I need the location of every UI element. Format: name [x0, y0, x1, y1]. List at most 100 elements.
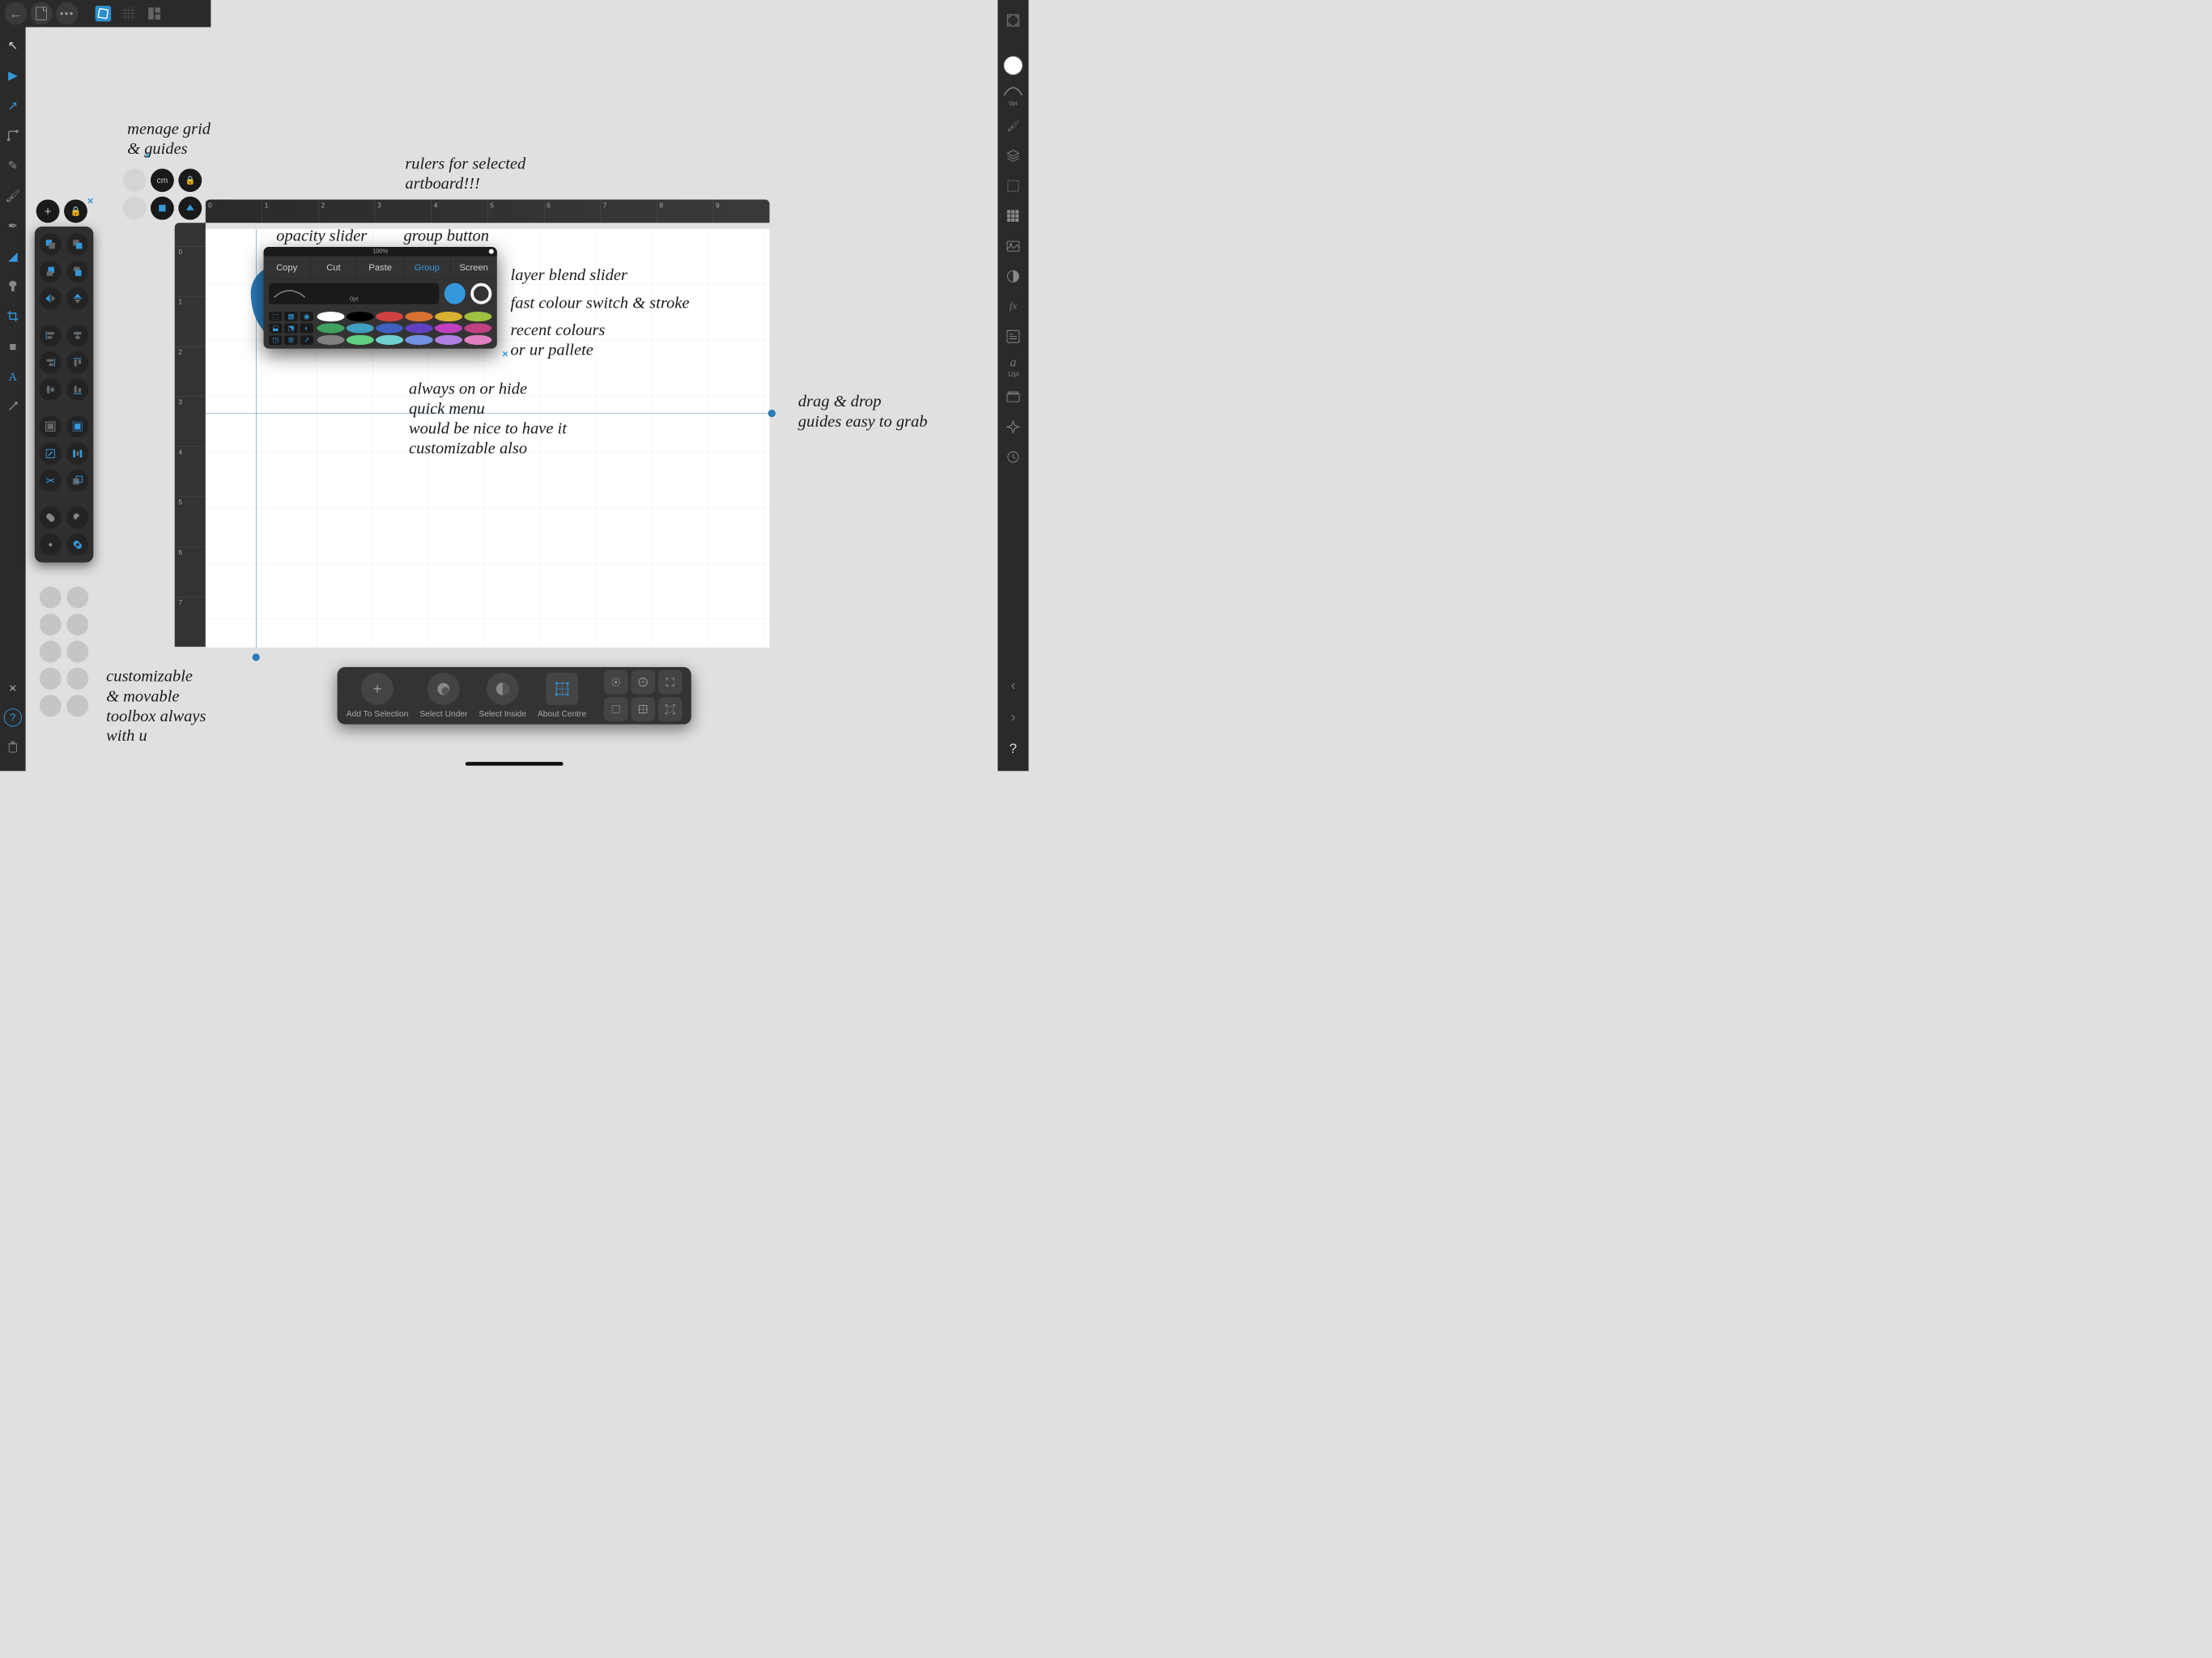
pen-tool[interactable]: ✒	[4, 217, 22, 235]
transparency-tool[interactable]	[4, 277, 22, 295]
origin-mr[interactable]	[658, 697, 683, 721]
ruler-vertical[interactable]: 0 1 2 3 4 5 6 7	[175, 223, 206, 647]
snap-button[interactable]: ?	[4, 708, 22, 726]
vector-brush-tool[interactable]: 🖌	[4, 187, 22, 205]
qt-8[interactable]: ⊞	[284, 335, 297, 345]
cut-button[interactable]: Cut	[310, 257, 357, 278]
palette-swatch[interactable]	[347, 335, 374, 345]
grid-btn[interactable]	[117, 2, 140, 25]
crop-tool[interactable]	[4, 307, 22, 325]
more-button[interactable]: •••	[56, 2, 79, 25]
tbx-align-right[interactable]	[40, 351, 62, 373]
next-icon[interactable]: ›	[1002, 705, 1024, 728]
tbx-flip-h[interactable]	[40, 287, 62, 309]
palette-swatch[interactable]	[376, 335, 403, 345]
pencil-tool[interactable]: ✎	[4, 156, 22, 174]
swatches-icon[interactable]	[1002, 205, 1024, 227]
palette-swatch[interactable]	[406, 335, 433, 345]
stroke-color-swatch[interactable]	[470, 283, 491, 304]
empty-slot[interactable]	[40, 668, 62, 690]
guide-handle[interactable]	[253, 653, 260, 661]
qt-9[interactable]: ↗	[300, 335, 313, 345]
toolbox-lock-button[interactable]: 🔒	[64, 199, 87, 223]
help-icon[interactable]: ?	[1002, 737, 1024, 759]
opacity-slider[interactable]: 100%	[264, 247, 497, 256]
library-icon[interactable]	[1002, 385, 1024, 408]
empty-slot[interactable]	[66, 695, 88, 716]
artboards-btn[interactable]	[143, 2, 166, 25]
tbx-distribute[interactable]	[66, 443, 88, 465]
stroke-style[interactable]: 0pt	[1002, 84, 1024, 107]
palette-swatch[interactable]	[376, 312, 403, 321]
blend-mode-button[interactable]: Screen	[451, 257, 497, 278]
corner-tool[interactable]	[4, 126, 22, 144]
empty-slot[interactable]	[66, 614, 88, 636]
palette-swatch[interactable]	[435, 312, 462, 321]
palette-swatch[interactable]	[464, 323, 491, 333]
tbx-flip-v[interactable]	[66, 287, 88, 309]
gm-guides[interactable]	[151, 197, 174, 220]
palette-swatch[interactable]	[347, 312, 374, 321]
move-tool[interactable]: ↖	[4, 36, 22, 54]
toolbox-close-icon[interactable]: ×	[87, 195, 94, 207]
adjustment-icon[interactable]	[1002, 265, 1024, 287]
palette-swatch[interactable]	[435, 335, 462, 345]
gm-lock[interactable]: 🔒	[178, 168, 202, 192]
qt-1[interactable]: ⬚	[269, 312, 282, 321]
shape-tool[interactable]: ■	[4, 338, 22, 355]
history-icon[interactable]	[1002, 446, 1024, 469]
quick-menu-close-icon[interactable]: ×	[502, 348, 508, 360]
paste-button[interactable]: Paste	[357, 257, 404, 278]
empty-slot[interactable]	[40, 695, 62, 716]
stock-icon[interactable]	[1002, 235, 1024, 257]
empty-slot[interactable]	[40, 614, 62, 636]
tbx-boolean-xor[interactable]	[66, 534, 88, 555]
palette-swatch[interactable]	[435, 323, 462, 333]
qt-3[interactable]: ◉	[300, 312, 313, 321]
qt-5[interactable]: ⬔	[284, 324, 297, 334]
tbx-align-top[interactable]	[66, 351, 88, 373]
gm-shape[interactable]	[178, 197, 202, 220]
gm-snap-toggle[interactable]	[123, 197, 147, 220]
origin-mc[interactable]	[631, 697, 655, 721]
stroke-preview[interactable]: 0pt	[269, 283, 439, 304]
origin-ml[interactable]	[604, 697, 628, 721]
group-button[interactable]: Group	[404, 257, 451, 278]
tbx-boolean-add[interactable]	[40, 507, 62, 529]
origin-tr[interactable]	[658, 670, 683, 695]
point-transform-tool[interactable]: ↗	[4, 96, 22, 114]
origin-tl[interactable]	[604, 670, 628, 695]
palette-swatch[interactable]	[347, 323, 374, 333]
floating-toolbox[interactable]: ✂	[35, 227, 94, 563]
qt-4[interactable]: ⬓	[269, 324, 282, 334]
qt-7[interactable]: ◳	[269, 335, 282, 345]
palette-swatch[interactable]	[317, 335, 345, 345]
empty-slot[interactable]	[66, 640, 88, 662]
palette-swatch[interactable]	[317, 323, 345, 333]
tbx-align-middle-v[interactable]	[40, 379, 62, 401]
palette-swatch[interactable]	[406, 323, 433, 333]
ruler-horizontal[interactable]: 0 1 2 3 4 5 6 7 8 9	[206, 199, 770, 223]
tbx-boolean-subtract[interactable]	[66, 507, 88, 529]
tbx-move-forward[interactable]	[40, 261, 62, 283]
tbx-align-left[interactable]	[40, 325, 62, 346]
fx-icon[interactable]: fx	[1002, 295, 1024, 318]
prev-icon[interactable]: ‹	[1002, 674, 1024, 696]
origin-tc[interactable]	[631, 670, 655, 695]
tbx-align-center-h[interactable]	[66, 325, 88, 346]
palette-swatch[interactable]	[317, 312, 345, 321]
fill-color-swatch[interactable]	[445, 283, 466, 304]
text-tool[interactable]: A	[4, 368, 22, 385]
gm-units[interactable]: cm	[151, 168, 174, 192]
trash-icon[interactable]	[4, 738, 22, 755]
palette-swatch[interactable]	[464, 312, 491, 321]
guide-handle[interactable]	[768, 410, 776, 417]
tbx-cut[interactable]: ✂	[40, 470, 62, 491]
color-fill[interactable]	[1002, 54, 1024, 77]
empty-slot[interactable]	[40, 586, 62, 608]
tbx-edit[interactable]	[40, 443, 62, 465]
toolbox-add-button[interactable]: +	[36, 199, 60, 223]
tbx-arrange-back[interactable]	[66, 233, 88, 255]
about-centre[interactable]: About Centre	[538, 673, 586, 719]
layers-icon[interactable]	[1002, 145, 1024, 168]
